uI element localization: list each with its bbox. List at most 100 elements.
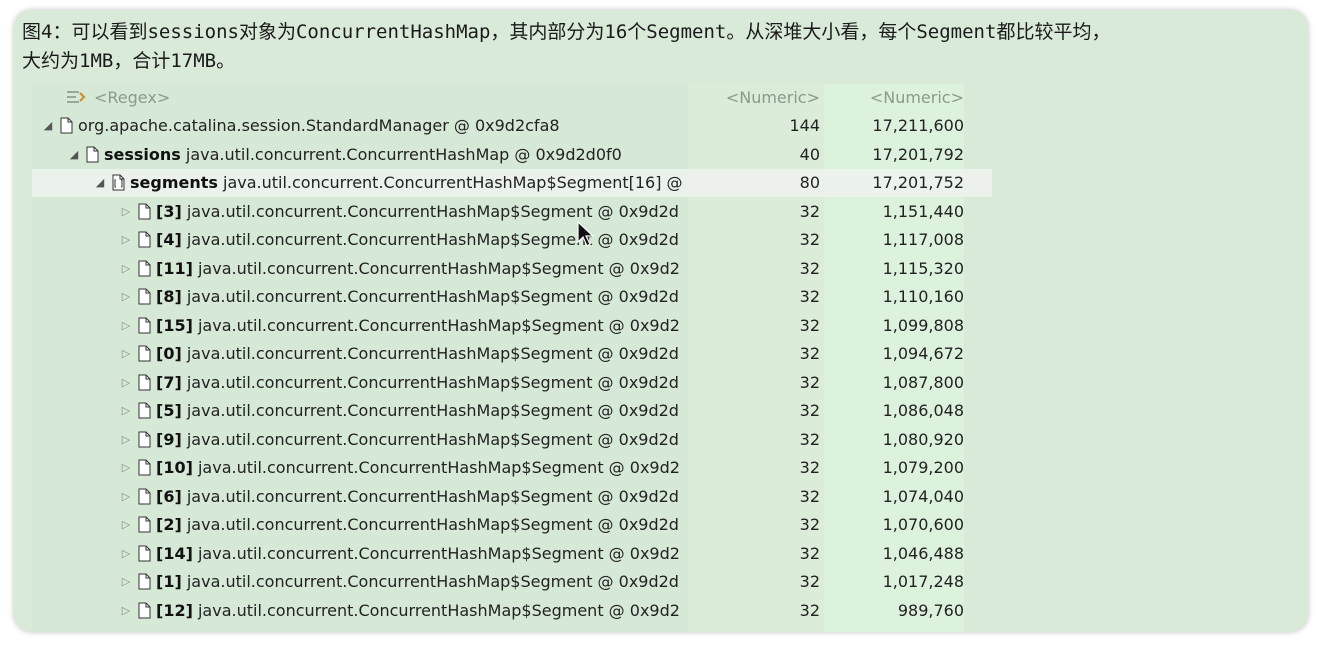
tree-row[interactable]: ▷ [8] java.util.concurrent.ConcurrentHash… bbox=[32, 283, 980, 311]
expand-triangle-icon[interactable]: ▷ bbox=[120, 226, 132, 254]
expand-triangle-icon[interactable]: ▷ bbox=[120, 483, 132, 511]
object-class-address: java.util.concurrent.ConcurrentHashMap$S… bbox=[181, 372, 679, 392]
document-icon bbox=[60, 117, 73, 134]
retained-heap-value: 1,094,672 bbox=[882, 344, 964, 363]
expand-triangle-icon[interactable]: ▷ bbox=[120, 426, 132, 454]
collapse-triangle-icon[interactable]: ◢ bbox=[94, 169, 106, 197]
expand-triangle-icon[interactable]: ▷ bbox=[120, 454, 132, 482]
tree-row[interactable]: ▷ [5] java.util.concurrent.ConcurrentHash… bbox=[32, 397, 980, 425]
tree-row[interactable]: ▷ [4] java.util.concurrent.ConcurrentHash… bbox=[32, 226, 980, 254]
field-label: [9] bbox=[156, 429, 182, 449]
retained-heap-value: 1,099,808 bbox=[882, 315, 964, 335]
field-label: [11] bbox=[156, 258, 193, 278]
tree-row[interactable]: ▷ [3] java.util.concurrent.ConcurrentHash… bbox=[32, 198, 980, 226]
object-class-address: java.util.concurrent.ConcurrentHashMap$S… bbox=[217, 173, 683, 192]
document-icon bbox=[138, 288, 151, 305]
field-label: [14] bbox=[156, 543, 193, 563]
expand-triangle-icon[interactable]: ▷ bbox=[120, 540, 132, 568]
retained-heap-value: 1,086,048 bbox=[882, 401, 964, 420]
retained-heap-value: 17,211,600 bbox=[872, 116, 964, 135]
document-icon bbox=[138, 602, 151, 618]
tree-row[interactable]: ▷ [1] java.util.concurrent.ConcurrentHash… bbox=[32, 568, 980, 596]
mouse-cursor-icon bbox=[577, 220, 595, 247]
expand-triangle-icon[interactable]: ▷ bbox=[120, 568, 132, 596]
expand-triangle-icon[interactable]: ▷ bbox=[120, 283, 132, 311]
shallow-heap-filter[interactable]: <Numeric> bbox=[688, 84, 820, 112]
object-name: [15] java.util.concurrent.ConcurrentHash… bbox=[156, 312, 686, 340]
tree-row[interactable]: ▷ [10] java.util.concurrent.ConcurrentHas… bbox=[32, 454, 980, 482]
shallow-heap-value: 32 bbox=[799, 572, 820, 591]
retained-heap-value: 1,151,440 bbox=[882, 201, 964, 221]
field-label: [15] bbox=[156, 315, 193, 335]
object-class-address: java.util.concurrent.ConcurrentHashMap$S… bbox=[181, 515, 679, 534]
retained-heap-value: 1,117,008 bbox=[882, 230, 964, 249]
document-icon bbox=[138, 459, 151, 476]
tree-row[interactable]: ▷ [15] java.util.concurrent.ConcurrentHas… bbox=[32, 312, 980, 340]
shallow-heap-value: 40 bbox=[799, 144, 820, 164]
tree-row[interactable]: ▷ [2] java.util.concurrent.ConcurrentHash… bbox=[32, 511, 980, 539]
expand-triangle-icon[interactable]: ▷ bbox=[120, 198, 132, 226]
object-name: [2] java.util.concurrent.ConcurrentHashM… bbox=[156, 511, 686, 539]
collapse-triangle-icon[interactable]: ◢ bbox=[42, 112, 54, 140]
shallow-heap-value: 32 bbox=[799, 287, 820, 306]
shallow-heap-value: 32 bbox=[799, 486, 820, 506]
expand-triangle-icon[interactable]: ▷ bbox=[120, 597, 132, 625]
expand-triangle-icon[interactable]: ▷ bbox=[120, 369, 132, 397]
object-class-address: java.util.concurrent.ConcurrentHashMap$S… bbox=[181, 572, 679, 591]
tree-row[interactable]: ▷ [6] java.util.concurrent.ConcurrentHash… bbox=[32, 483, 980, 511]
expand-triangle-icon[interactable]: ▷ bbox=[120, 255, 132, 283]
field-label: [6] bbox=[156, 486, 182, 506]
shallow-heap-value: 32 bbox=[799, 372, 820, 392]
object-class-address: java.util.concurrent.ConcurrentHashMap$S… bbox=[181, 287, 679, 306]
object-class-address: java.util.concurrent.ConcurrentHashMap$S… bbox=[192, 600, 680, 620]
retained-heap-value: 1,017,248 bbox=[882, 572, 964, 591]
shallow-heap-value: 32 bbox=[799, 230, 820, 249]
regex-filter-icon[interactable] bbox=[66, 88, 86, 108]
expand-triangle-icon[interactable]: ▷ bbox=[120, 511, 132, 539]
object-name: [8] java.util.concurrent.ConcurrentHashM… bbox=[156, 283, 686, 311]
dominator-tree-table[interactable]: <Regex> <Numeric> <Numeric> ◢ org.apache.… bbox=[32, 84, 992, 632]
expand-triangle-icon[interactable]: ▷ bbox=[120, 312, 132, 340]
retained-heap-value: 1,087,800 bbox=[882, 372, 964, 392]
regex-filter-input[interactable]: <Regex> bbox=[94, 84, 170, 112]
document-icon bbox=[138, 317, 151, 333]
object-class-address: java.util.concurrent.ConcurrentHashMap$S… bbox=[192, 543, 680, 563]
retained-heap-filter[interactable]: <Numeric> bbox=[824, 84, 964, 112]
retained-heap-value: 1,110,160 bbox=[882, 287, 964, 306]
field-label: [2] bbox=[156, 515, 182, 534]
tree-row[interactable]: ▷ [14] java.util.concurrent.ConcurrentHas… bbox=[32, 540, 980, 568]
object-name: [10] java.util.concurrent.ConcurrentHash… bbox=[156, 454, 686, 482]
expand-triangle-icon[interactable]: ▷ bbox=[120, 340, 132, 368]
object-name: [5] java.util.concurrent.ConcurrentHashM… bbox=[156, 397, 686, 425]
field-label: [8] bbox=[156, 287, 182, 306]
object-name: [3] java.util.concurrent.ConcurrentHashM… bbox=[156, 198, 686, 226]
field-label: [0] bbox=[156, 344, 182, 363]
document-icon bbox=[138, 402, 151, 419]
field-label: sessions bbox=[104, 144, 181, 164]
object-class-address: java.util.concurrent.ConcurrentHashMap$S… bbox=[181, 230, 679, 249]
tree-row[interactable]: ▷ [0] java.util.concurrent.ConcurrentHash… bbox=[32, 340, 980, 368]
object-class-address: java.util.concurrent.ConcurrentHashMap$S… bbox=[192, 258, 680, 278]
tree-row[interactable]: ▷ [7] java.util.concurrent.ConcurrentHash… bbox=[32, 369, 980, 397]
tree-row[interactable]: ▷ [11] java.util.concurrent.ConcurrentHas… bbox=[32, 255, 980, 283]
field-label: [4] bbox=[156, 230, 182, 249]
shallow-heap-value: 32 bbox=[799, 429, 820, 449]
shallow-heap-value: 32 bbox=[799, 344, 820, 363]
filter-row: <Regex> <Numeric> <Numeric> bbox=[32, 84, 980, 112]
tree-row[interactable]: ▷ [12] java.util.concurrent.ConcurrentHas… bbox=[32, 597, 980, 625]
tree-row[interactable]: ◢ sessions java.util.concurrent.Concurren… bbox=[32, 141, 980, 169]
field-label: [7] bbox=[156, 372, 182, 392]
document-icon bbox=[138, 374, 151, 390]
object-name: segments java.util.concurrent.Concurrent… bbox=[130, 169, 686, 197]
shallow-heap-value: 80 bbox=[799, 173, 820, 192]
collapse-triangle-icon[interactable]: ◢ bbox=[68, 141, 80, 169]
tree-row[interactable]: ◢ org.apache.catalina.session.StandardMan… bbox=[32, 112, 980, 140]
figure-caption: 图4：可以看到sessions对象为ConcurrentHashMap，其内部分… bbox=[22, 18, 1302, 76]
retained-heap-value: 1,079,200 bbox=[882, 458, 964, 477]
tree-row[interactable]: ▷ [9] java.util.concurrent.ConcurrentHash… bbox=[32, 426, 980, 454]
retained-heap-value: 1,046,488 bbox=[882, 543, 964, 563]
tree-row[interactable]: ◢ segments java.util.concurrent.Concurren… bbox=[32, 169, 992, 197]
expand-triangle-icon[interactable]: ▷ bbox=[120, 397, 132, 425]
field-label: [10] bbox=[156, 458, 193, 477]
retained-heap-value: 1,074,040 bbox=[882, 486, 964, 506]
